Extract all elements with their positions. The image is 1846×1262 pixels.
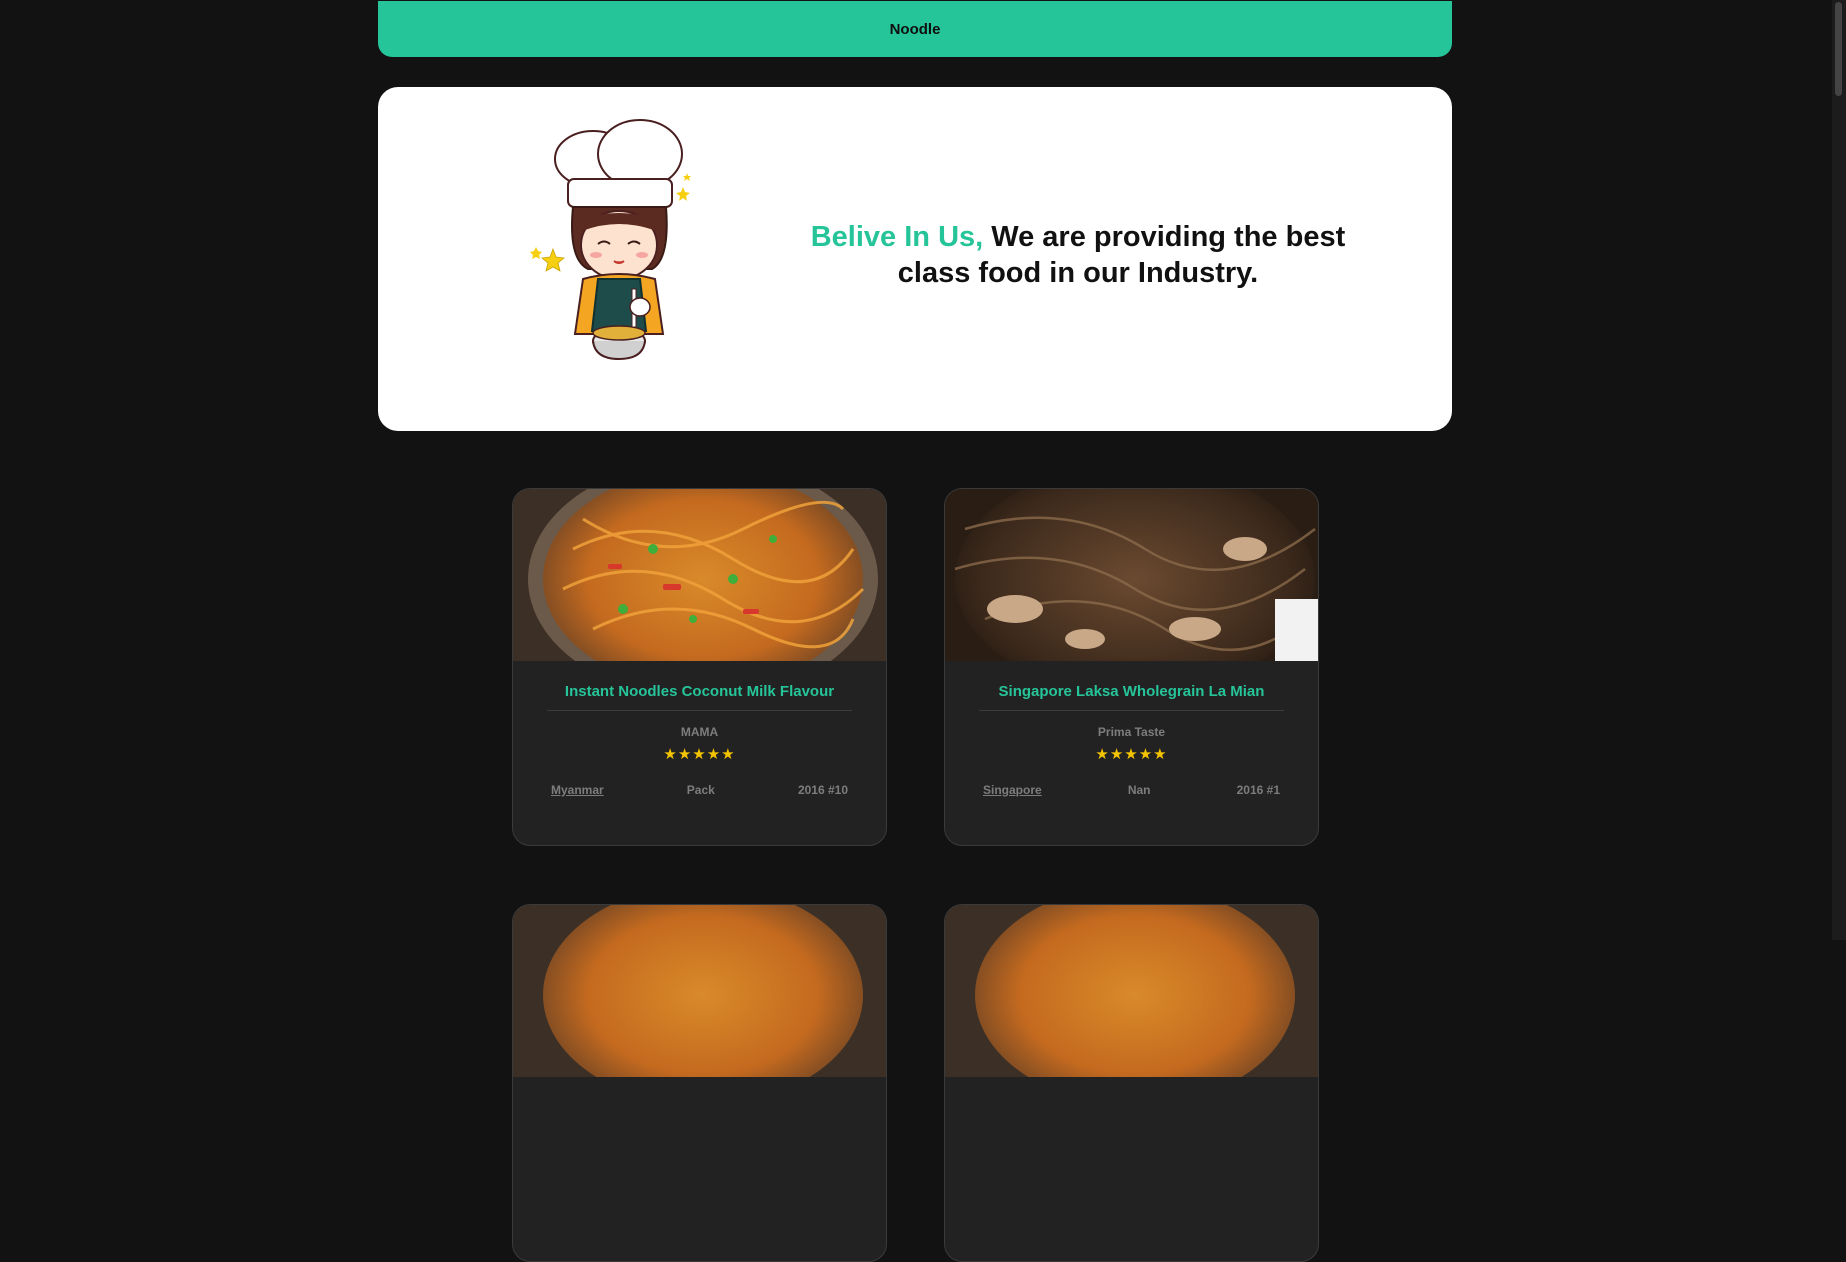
top-header: Noodle (378, 1, 1452, 57)
style-label: Pack (686, 783, 715, 797)
hero-banner: Belive In Us, We are providing the best … (378, 87, 1452, 431)
noodle-dish-photo (945, 905, 1318, 1077)
card-title[interactable]: Singapore Laksa Wholegrain La Mian (979, 683, 1284, 711)
noodle-dish-photo (513, 905, 886, 1077)
card-meta: Singapore Nan 2016 #1 (983, 783, 1280, 797)
hero-line-2: class food in our Industry. (897, 257, 1259, 289)
hero-tagline: Belive In Us, We are providing the best … (778, 219, 1378, 291)
hero-line-1: We are providing the best (983, 221, 1346, 253)
country-link[interactable]: Myanmar (551, 783, 604, 797)
card-meta: Myanmar Pack 2016 #10 (551, 783, 848, 797)
product-card[interactable]: Singapore Laksa Wholegrain La Mian Prima… (944, 488, 1319, 846)
top-ten-label: 2016 #1 (1236, 783, 1280, 797)
noodle-dish-photo (513, 489, 886, 661)
style-label: Nan (1127, 783, 1151, 797)
card-title[interactable]: Instant Noodles Coconut Milk Flavour (547, 683, 852, 711)
product-card[interactable]: Instant Noodles Coconut Milk Flavour MAM… (512, 488, 887, 846)
top-ten-label: 2016 #10 (797, 783, 848, 797)
product-card-partial[interactable] (512, 904, 887, 1262)
noodle-dish-photo (945, 489, 1318, 661)
page-scrollbar[interactable] (1832, 0, 1846, 940)
hero-highlight: Belive In Us, (810, 221, 984, 253)
header-title: Noodle (889, 20, 941, 38)
star-rating: ★★★★★ (1095, 746, 1168, 763)
country-link[interactable]: Singapore (983, 783, 1042, 797)
star-rating: ★★★★★ (663, 746, 736, 763)
scrollbar-thumb[interactable] (1835, 2, 1842, 96)
product-card-partial[interactable] (944, 904, 1319, 1262)
card-brand: Prima Taste (1097, 725, 1166, 739)
card-brand: MAMA (680, 725, 719, 739)
chef-illustration (530, 119, 691, 361)
